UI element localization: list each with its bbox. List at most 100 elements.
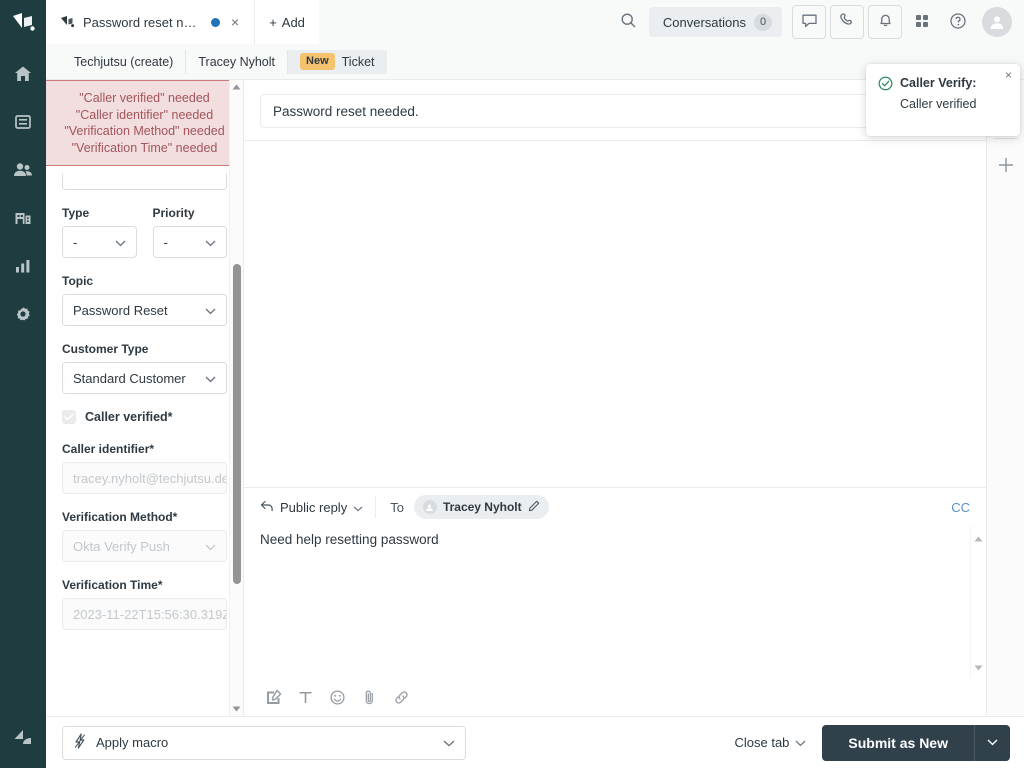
breadcrumb-item-org[interactable]: Techjutsu (create) — [62, 50, 186, 74]
caller-verified-checkbox[interactable] — [62, 410, 76, 424]
sidebar-item-reporting[interactable] — [0, 242, 46, 290]
sidebar-item-organizations[interactable] — [0, 194, 46, 242]
zendesk-mark-icon — [12, 727, 34, 750]
composer-header: Public reply To Tracey Nyholt — [244, 488, 986, 526]
field-caller-verified[interactable]: Caller verified* — [62, 410, 227, 424]
call-button[interactable] — [830, 5, 864, 39]
main-area: Password reset need... × + Add Conversat… — [46, 0, 1024, 768]
add-tab-button[interactable]: + Add — [255, 0, 319, 44]
breadcrumb-item-user[interactable]: Tracey Nyholt — [186, 50, 288, 74]
scrollbar-track[interactable] — [230, 94, 244, 702]
breadcrumb-item-ticket[interactable]: New Ticket — [288, 50, 387, 74]
conversations-count: 0 — [754, 14, 772, 31]
apply-macro-label: Apply macro — [96, 735, 168, 750]
type-select[interactable]: - — [62, 226, 137, 258]
organizations-icon — [13, 208, 33, 228]
topic-select[interactable]: Password Reset — [62, 294, 227, 326]
composer-scrollbar[interactable] — [970, 526, 986, 678]
composer-toolbar — [244, 678, 986, 716]
link-icon[interactable] — [388, 684, 414, 710]
chevron-down-icon — [353, 500, 363, 515]
reply-channel-selector[interactable]: Public reply — [260, 496, 376, 518]
user-avatar[interactable] — [982, 7, 1012, 37]
breadcrumb-label: Techjutsu (create) — [74, 55, 173, 69]
sidebar-item-customers[interactable] — [0, 146, 46, 194]
help-button[interactable] — [942, 6, 974, 38]
primary-nav-rail — [0, 0, 46, 768]
customer-type-select[interactable]: Standard Customer — [62, 362, 227, 394]
subject-input[interactable]: Password reset needed. — [260, 94, 970, 128]
alert-line: "Caller verified" needed — [54, 90, 235, 107]
tab-list: Password reset need... × — [46, 0, 255, 44]
recipient-chip[interactable]: Tracey Nyholt — [414, 495, 549, 519]
cc-button[interactable]: CC — [951, 500, 970, 515]
scroll-up-arrow-icon[interactable] — [232, 80, 241, 94]
toast-title: Caller Verify: — [900, 76, 976, 90]
conversation-log — [244, 141, 986, 487]
search-button[interactable] — [613, 6, 645, 38]
chevron-down-icon — [795, 735, 806, 750]
sidebar-item-views[interactable] — [0, 98, 46, 146]
attachment-icon[interactable] — [356, 684, 382, 710]
field-verification-method: Verification Method* Okta Verify Push — [62, 510, 227, 562]
signature-icon[interactable] — [260, 684, 286, 710]
submit-button[interactable]: Submit as New — [822, 725, 974, 761]
zendesk-logo[interactable] — [11, 12, 35, 34]
zendesk-agent-workspace: Password reset need... × + Add Conversat… — [0, 0, 1024, 768]
properties-scrollbar[interactable] — [229, 80, 243, 716]
sidebar-item-admin[interactable] — [0, 290, 46, 338]
verification-time-value: 2023-11-22T15:56:30.319Z — [73, 607, 227, 622]
phone-icon — [839, 12, 856, 32]
verification-method-select[interactable]: Okta Verify Push — [62, 530, 227, 562]
recipient-avatar — [423, 500, 437, 514]
alert-line: "Caller identifier" needed — [54, 107, 235, 124]
toast-notification: × Caller Verify: Caller verified — [866, 64, 1020, 136]
verification-time-label: Verification Time* — [62, 578, 227, 592]
apps-rail — [986, 80, 1024, 716]
caller-identifier-input[interactable]: tracey.nyholt@techjutsu.dem — [62, 462, 227, 494]
divider — [994, 138, 1018, 139]
scroll-down-arrow-icon[interactable] — [232, 702, 241, 716]
apps-button[interactable] — [906, 6, 938, 38]
alert-line: "Verification Time" needed — [54, 140, 235, 157]
properties-scroll-area: Type - Priority - — [46, 166, 243, 716]
chat-button[interactable] — [792, 5, 826, 39]
field-type: Type - — [62, 206, 137, 258]
verification-time-input[interactable]: 2023-11-22T15:56:30.319Z — [62, 598, 227, 630]
topbar-actions: Conversations 0 — [613, 0, 1024, 44]
priority-select[interactable]: - — [153, 226, 228, 258]
close-tab-button[interactable]: Close tab — [734, 735, 810, 750]
scroll-up-arrow-icon[interactable] — [974, 530, 983, 545]
reporting-icon — [13, 256, 33, 276]
check-circle-icon — [878, 76, 893, 94]
partial-field-above[interactable] — [62, 174, 227, 190]
sidebar-item-home[interactable] — [0, 50, 46, 98]
pencil-icon[interactable] — [528, 500, 540, 515]
conversations-button[interactable]: Conversations 0 — [649, 7, 782, 37]
field-topic: Topic Password Reset — [62, 274, 227, 326]
emoji-icon[interactable] — [324, 684, 350, 710]
text-format-icon[interactable] — [292, 684, 318, 710]
notifications-button[interactable] — [868, 5, 902, 39]
grid-icon — [914, 13, 930, 32]
customers-icon — [12, 160, 34, 180]
scrollbar-thumb[interactable] — [233, 264, 241, 584]
scroll-down-arrow-icon[interactable] — [974, 659, 983, 674]
priority-label: Priority — [153, 206, 228, 220]
close-icon[interactable]: × — [228, 13, 242, 31]
submit-options-button[interactable] — [974, 725, 1010, 761]
customer-type-value: Standard Customer — [73, 371, 205, 386]
apply-macro-select[interactable]: Apply macro — [62, 726, 466, 760]
add-app-button[interactable] — [991, 151, 1021, 181]
tab-ticket[interactable]: Password reset need... × — [46, 0, 255, 44]
field-customer-type: Customer Type Standard Customer — [62, 342, 227, 394]
zendesk-mark-button[interactable] — [0, 727, 46, 750]
priority-value: - — [164, 235, 206, 250]
composer-textarea[interactable]: Need help resetting password — [244, 526, 986, 678]
field-priority: Priority - — [153, 206, 228, 258]
toast-close-icon[interactable]: × — [1005, 69, 1012, 81]
conversation-pane: Password reset needed. Public reply — [244, 80, 986, 716]
chevron-down-icon — [443, 735, 455, 750]
reply-type-label: Public reply — [280, 500, 347, 515]
chevron-down-icon — [205, 235, 216, 250]
